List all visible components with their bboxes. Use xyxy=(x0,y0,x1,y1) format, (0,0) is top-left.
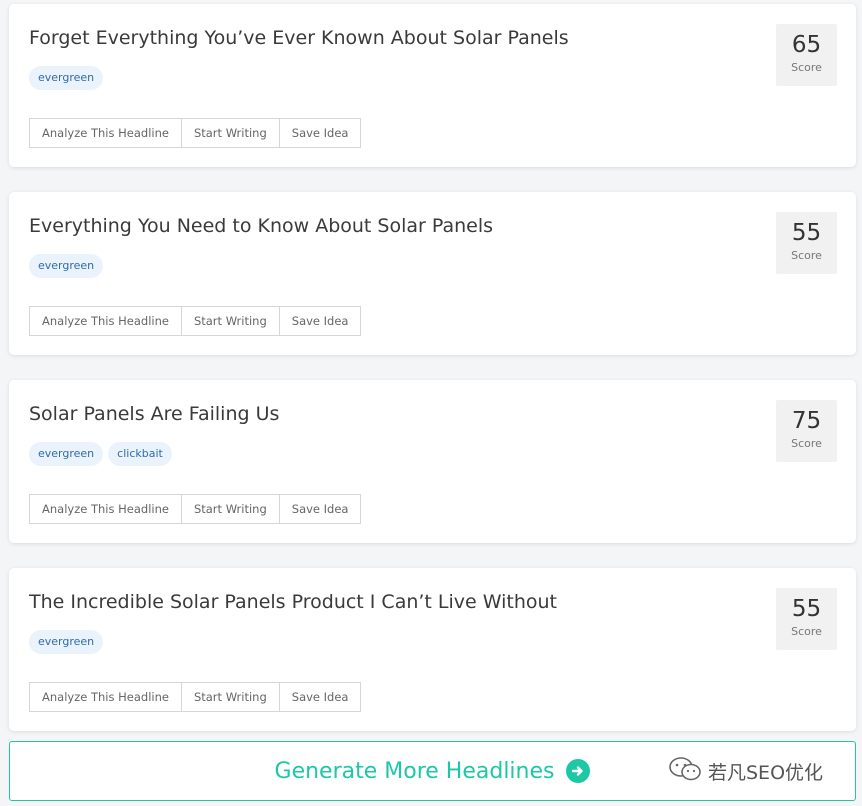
watermark: 若凡SEO优化 xyxy=(668,756,823,786)
headline-title: Everything You Need to Know About Solar … xyxy=(29,215,494,237)
tag-list: evergreen clickbait xyxy=(29,442,172,466)
score-label: Score xyxy=(791,249,822,262)
save-idea-button[interactable]: Save Idea xyxy=(278,118,362,148)
score-label: Score xyxy=(791,61,822,74)
score-value: 55 xyxy=(791,596,822,622)
score-value: 65 xyxy=(791,32,822,58)
tag-list: evergreen xyxy=(29,254,104,278)
headline-card: The Incredible Solar Panels Product I Ca… xyxy=(9,568,856,731)
score-box: 55 Score xyxy=(776,212,837,274)
score-value: 75 xyxy=(791,408,822,434)
start-writing-button[interactable]: Start Writing xyxy=(180,306,280,336)
arrow-right-circle-icon xyxy=(566,759,591,783)
score-label: Score xyxy=(791,437,822,450)
save-idea-button[interactable]: Save Idea xyxy=(278,494,362,524)
score-value: 55 xyxy=(791,220,822,246)
save-idea-button[interactable]: Save Idea xyxy=(278,306,362,336)
score-box: 65 Score xyxy=(776,24,837,86)
analyze-headline-button[interactable]: Analyze This Headline xyxy=(29,682,182,712)
save-idea-button[interactable]: Save Idea xyxy=(278,682,362,712)
watermark-text: 若凡SEO优化 xyxy=(708,761,824,784)
tag-badge: evergreen xyxy=(29,442,104,466)
action-group: Analyze This Headline Start Writing Save… xyxy=(29,494,362,524)
tag-list: evergreen xyxy=(29,630,104,654)
headline-card: Everything You Need to Know About Solar … xyxy=(9,192,856,355)
start-writing-button[interactable]: Start Writing xyxy=(180,118,280,148)
headline-card: Forget Everything You’ve Ever Known Abou… xyxy=(9,4,856,167)
headline-title: Solar Panels Are Failing Us xyxy=(29,403,280,425)
tag-badge: evergreen xyxy=(29,254,104,278)
headline-title: Forget Everything You’ve Ever Known Abou… xyxy=(29,27,569,49)
action-group: Analyze This Headline Start Writing Save… xyxy=(29,682,362,712)
action-group: Analyze This Headline Start Writing Save… xyxy=(29,306,362,336)
tag-badge: clickbait xyxy=(108,442,172,466)
score-box: 75 Score xyxy=(776,400,837,462)
score-label: Score xyxy=(791,625,822,638)
analyze-headline-button[interactable]: Analyze This Headline xyxy=(29,494,182,524)
start-writing-button[interactable]: Start Writing xyxy=(180,494,280,524)
tag-badge: evergreen xyxy=(29,630,104,654)
wechat-icon xyxy=(668,756,702,786)
headline-card: Solar Panels Are Failing Us evergreen cl… xyxy=(9,380,856,543)
score-box: 55 Score xyxy=(776,588,837,650)
analyze-headline-button[interactable]: Analyze This Headline xyxy=(29,118,182,148)
start-writing-button[interactable]: Start Writing xyxy=(180,682,280,712)
tag-list: evergreen xyxy=(29,66,104,90)
headline-title: The Incredible Solar Panels Product I Ca… xyxy=(29,591,558,613)
generate-more-label: Generate More Headlines xyxy=(274,758,555,784)
analyze-headline-button[interactable]: Analyze This Headline xyxy=(29,306,182,336)
tag-badge: evergreen xyxy=(29,66,104,90)
action-group: Analyze This Headline Start Writing Save… xyxy=(29,118,362,148)
